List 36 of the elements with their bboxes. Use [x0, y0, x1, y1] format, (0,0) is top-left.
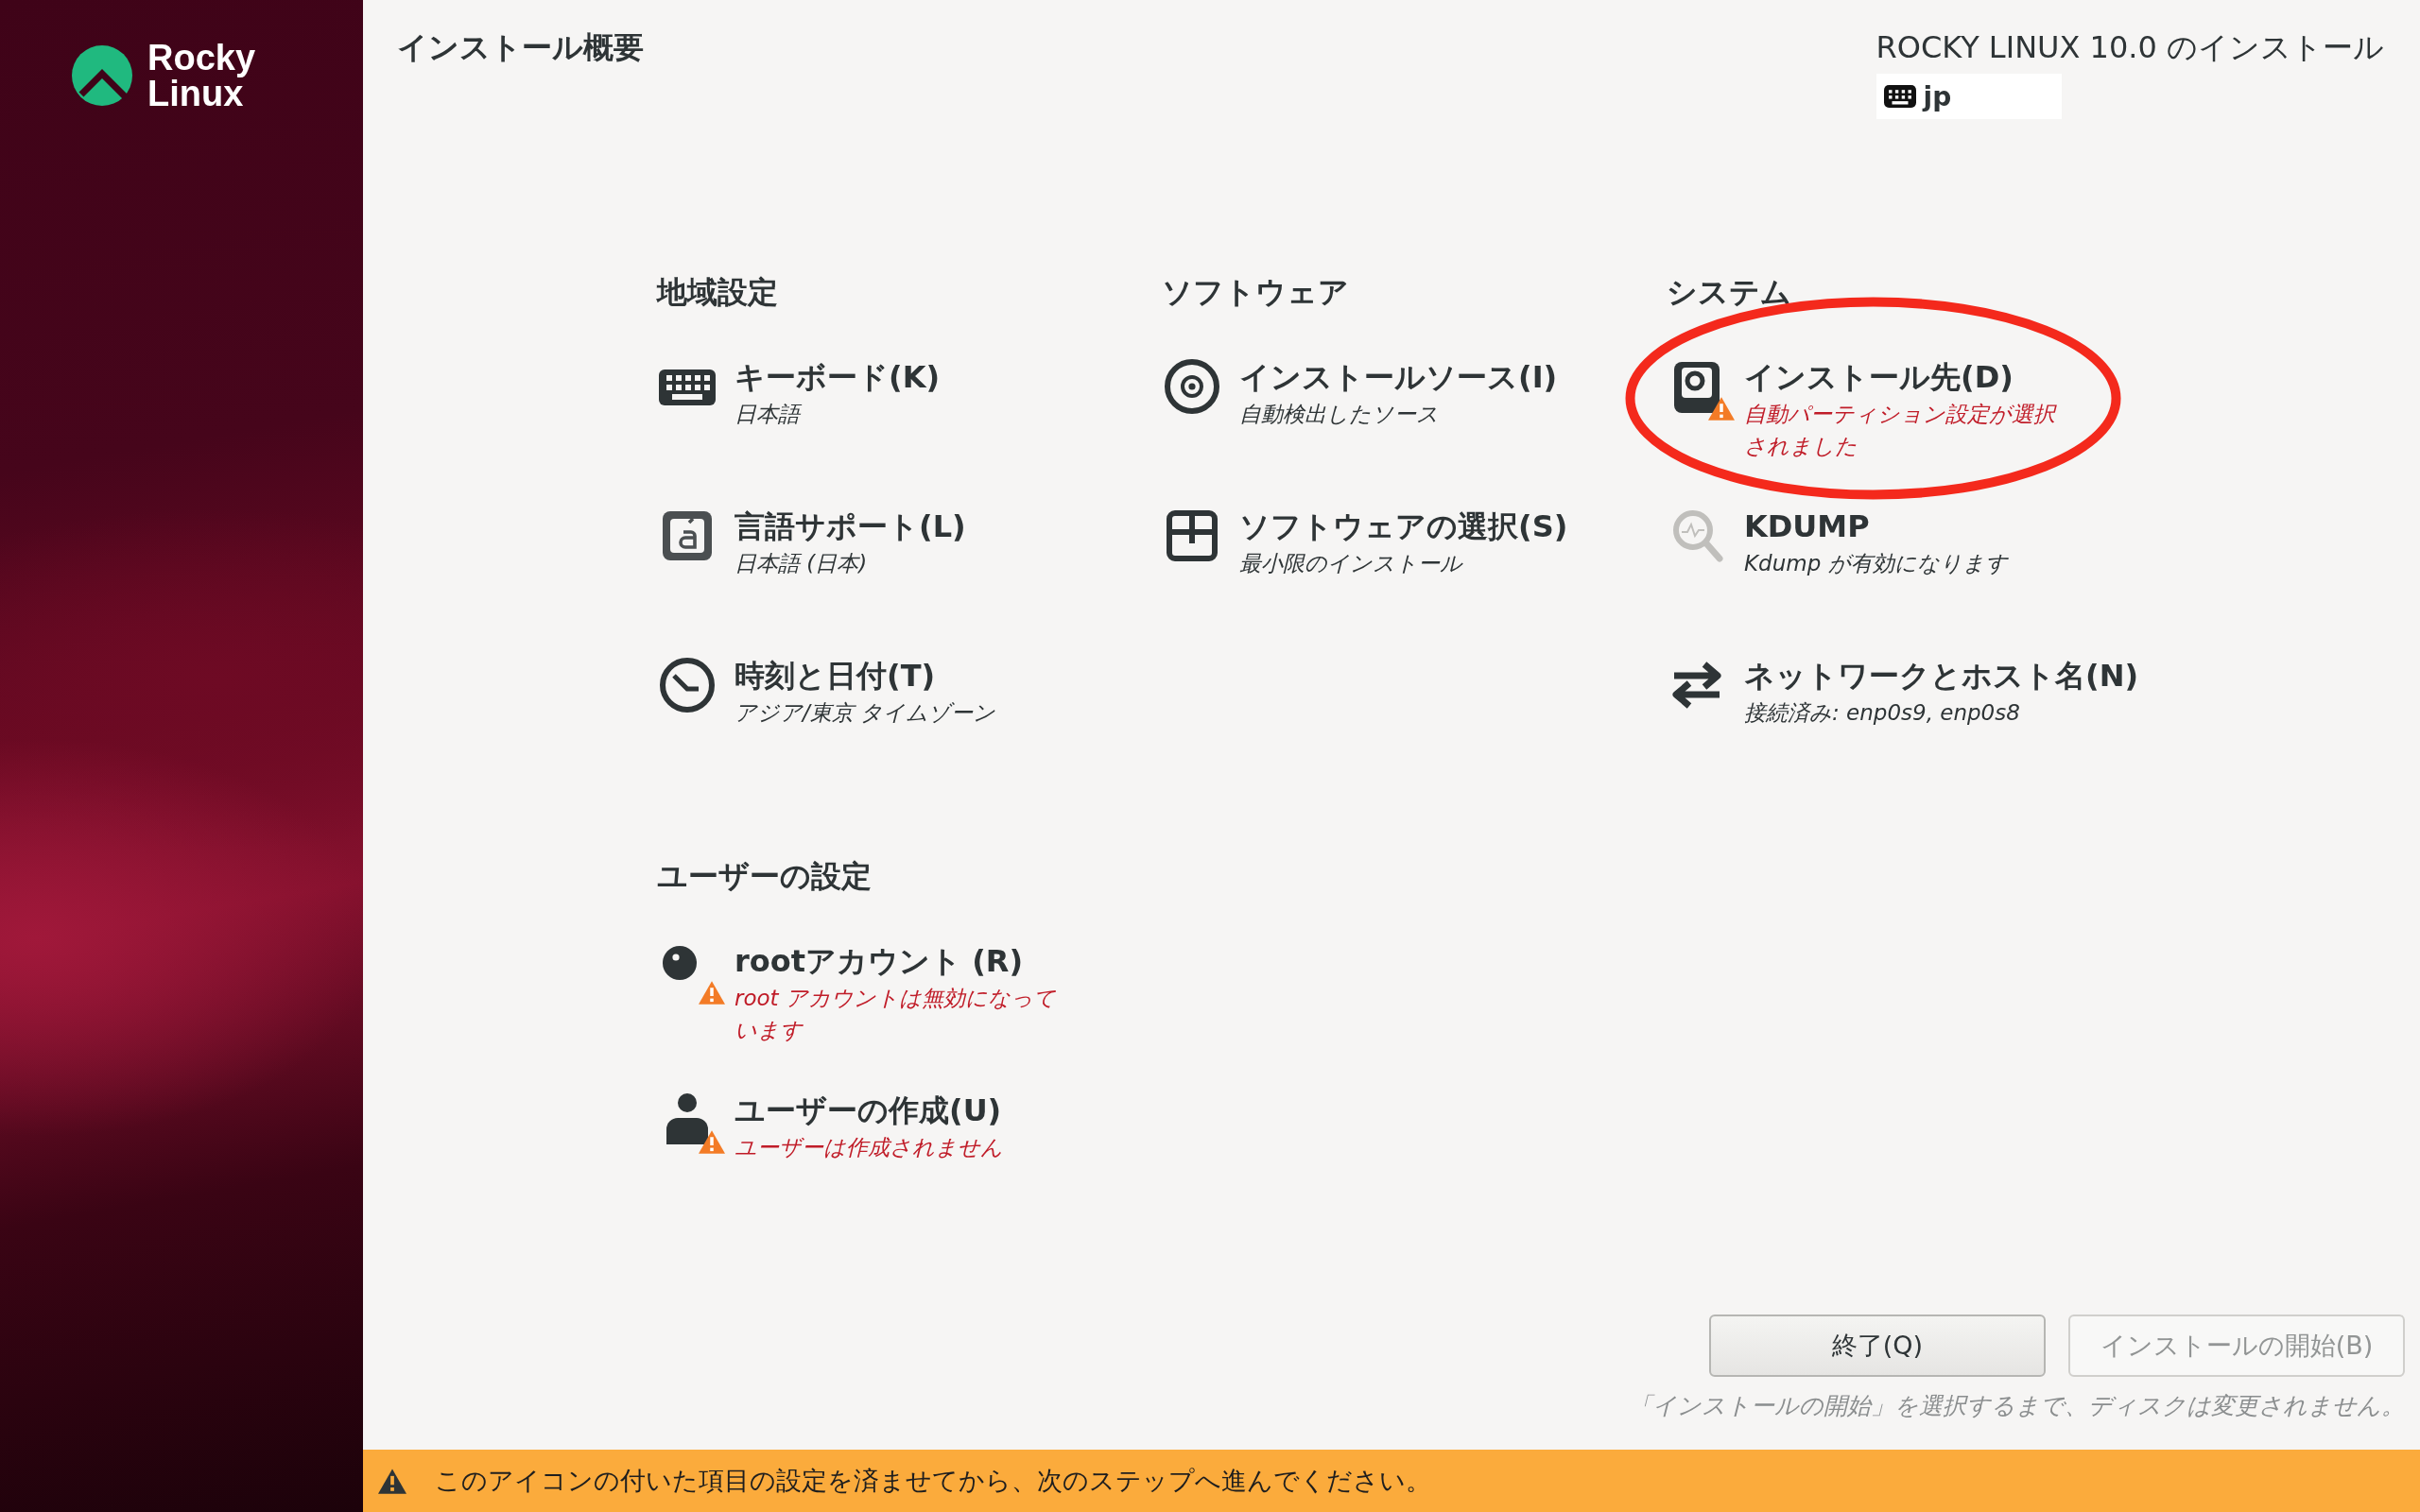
logo-icon	[72, 45, 132, 106]
spoke-title[interactable]: ネットワークとホスト名(N)	[1744, 655, 2139, 696]
spoke-title[interactable]: 言語サポート(L)	[735, 506, 966, 547]
spoke-title[interactable]: インストールソース(I)	[1239, 356, 1558, 398]
warning-icon	[378, 1468, 406, 1494]
section-heading: システム	[1667, 273, 1792, 312]
spoke-title[interactable]: ソフトウェアの選択(S)	[1239, 506, 1568, 547]
spoke-status: アジア/東京 タイムゾーン	[735, 699, 996, 727]
section-heading: ソフトウェア	[1162, 273, 1350, 312]
spoke-status: 日本語 (日本)	[735, 550, 869, 577]
warning-message: このアイコンの付いた項目の設定を済ませてから、次のステップへ進んでください。	[435, 1465, 1431, 1497]
disc-icon	[1162, 356, 1222, 417]
spoke-status: root アカウントは無効になっています	[735, 985, 1057, 1044]
spoke-title[interactable]: ユーザーの作成(U)	[735, 1090, 1003, 1131]
spoke-status: 自動検出したソース	[1239, 401, 1440, 428]
logo-text: Rocky	[147, 40, 256, 76]
spoke-title[interactable]: 時刻と日付(T)	[735, 655, 996, 696]
section-heading: ユーザーの設定	[657, 857, 873, 896]
clock-icon	[657, 655, 717, 715]
keyboard-icon	[1883, 85, 1916, 108]
spoke-title[interactable]: キーボード(K)	[735, 356, 941, 398]
spoke-status: ユーザーは作成されません	[735, 1134, 1003, 1161]
action-button[interactable]: 終了(Q)	[1709, 1314, 2046, 1377]
keyboard-layout-indicator[interactable]: jp	[1876, 74, 2062, 119]
spoke-title[interactable]: インストール先(D)	[1744, 356, 2075, 398]
spoke-status: Kdump が有効になります	[1744, 550, 2008, 577]
spoke-status: 自動パーティション設定が選択されました	[1744, 401, 2058, 460]
spoke-title[interactable]: rootアカウント (R)	[735, 940, 1065, 982]
product-title: ROCKY LINUX 10.0 のインストール	[1876, 28, 2384, 67]
spoke-status: 接続済み: enp0s9, enp0s8	[1744, 699, 2021, 727]
spoke-title[interactable]: KDUMP	[1744, 506, 2008, 547]
section-heading: 地域設定	[657, 273, 779, 312]
disk-change-note: 「インストールの開始」を選択するまで、ディスクは変更されません。	[1629, 1391, 2405, 1421]
spoke-status: 日本語	[735, 398, 941, 430]
spoke-status: 最小限のインストール	[1239, 550, 1464, 577]
page-title: インストール概要	[397, 28, 644, 67]
